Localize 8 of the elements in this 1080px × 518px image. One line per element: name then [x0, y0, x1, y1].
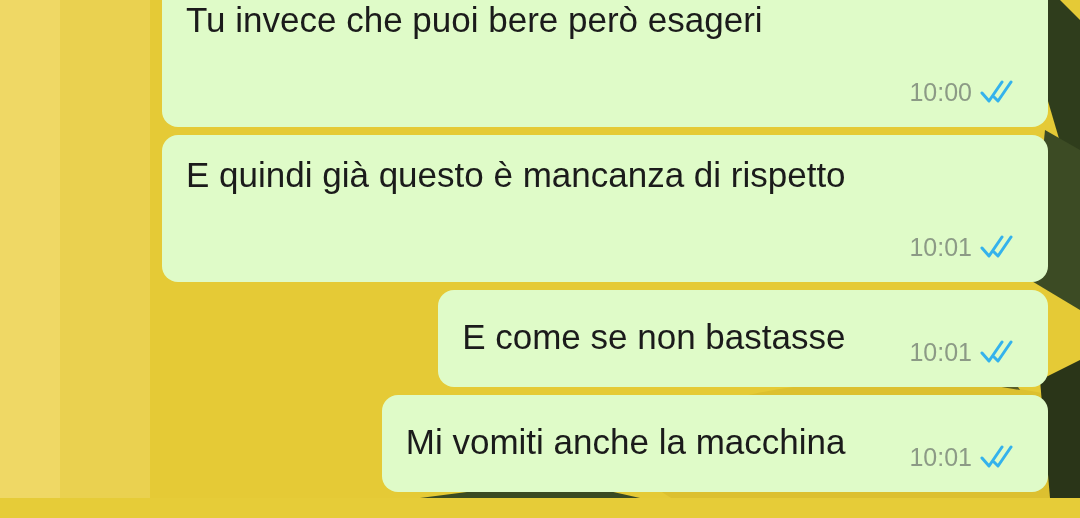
timestamp: 10:00 [909, 77, 972, 108]
message-text: E quindi già questo è mancanza di rispetto [186, 154, 847, 196]
message-text: E come se non bastasse [462, 316, 846, 358]
message-text: Mi vomiti anche la macchina [405, 421, 846, 463]
timestamp: 10:01 [909, 442, 972, 473]
timestamp: 10:01 [909, 232, 972, 263]
timestamp: 10:01 [909, 337, 972, 368]
message-text: Tu invece che puoi bere però esageri [186, 0, 764, 41]
